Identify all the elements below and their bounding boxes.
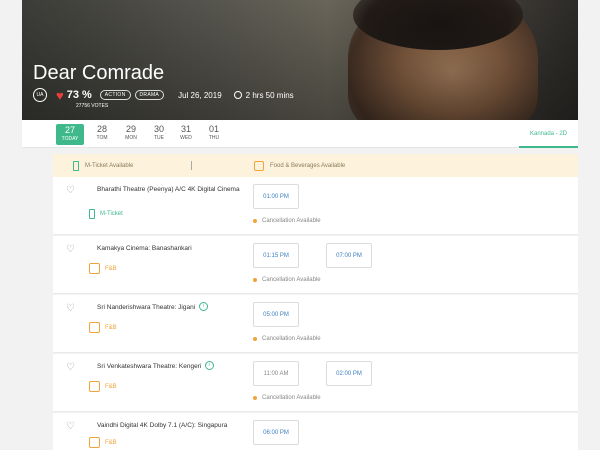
genre-tag: DRAMA — [134, 90, 165, 100]
showtime-button[interactable]: 07:00 PM — [326, 243, 372, 268]
info-icon[interactable]: i — [199, 302, 209, 311]
clock-icon — [233, 91, 242, 99]
food-legend: Food & Beverages Available — [270, 162, 346, 169]
duration: 2 hrs 50 mins — [245, 90, 294, 100]
theatre-name[interactable]: Sri Venkateshwara Theatre: Kengeri i — [97, 361, 247, 371]
date-tab[interactable]: 28 TOM — [88, 124, 116, 141]
showtime-button[interactable]: 11:00 AM — [253, 361, 299, 386]
mobile-ticket-icon — [89, 209, 95, 219]
votes-count: 27756 VOTES — [76, 103, 109, 109]
theatre-name[interactable]: Kamakya Cinema: Banashankari — [97, 244, 247, 253]
showtime-button[interactable]: 02:00 PM — [326, 361, 372, 386]
heart-icon: ♥ — [56, 87, 64, 103]
cancellation-note: Cancellation Available — [253, 336, 321, 342]
theatre-row: ♡ Vaindhi Digital 4K Dolby 7.1 (A/C): Si… — [53, 413, 578, 450]
food-icon — [89, 381, 100, 392]
theatre-name[interactable]: Sri Nanderishwara Theatre: Jigani i — [97, 302, 247, 312]
date-tab[interactable]: 29 MON — [117, 124, 145, 141]
favorite-heart-icon[interactable]: ♡ — [66, 303, 75, 314]
favorite-heart-icon[interactable]: ♡ — [66, 362, 75, 373]
theatre-row: ♡ Bharathi Theatre (Peenya) A/C 4K Digit… — [53, 177, 578, 235]
showtime-button[interactable]: 01:00 PM — [253, 184, 299, 209]
date-tab[interactable]: 30 TUE — [145, 124, 173, 141]
fb-badge: F&B — [89, 322, 117, 333]
fb-badge: F&B — [89, 381, 117, 392]
theatre-name[interactable]: Bharathi Theatre (Peenya) A/C 4K Digital… — [97, 185, 247, 194]
fb-badge: F&B — [89, 437, 117, 448]
language-filter[interactable]: Kannada - 2D — [519, 120, 578, 148]
theatre-row: ♡ Sri Venkateshwara Theatre: Kengeri i F&… — [53, 354, 578, 412]
showtime-button[interactable]: 06:00 PM — [253, 420, 299, 445]
mticket-badge: M-Ticket — [89, 209, 123, 219]
theatre-row: ♡ Sri Nanderishwara Theatre: Jigani i F&B… — [53, 295, 578, 353]
favorite-heart-icon[interactable]: ♡ — [66, 185, 75, 196]
date-selector: 27 TODAY 28 TOM 29 MON 30 TUE 31 WED 01 … — [22, 120, 578, 148]
mobile-ticket-icon — [73, 160, 79, 171]
fb-badge: F&B — [89, 263, 117, 274]
movie-title: Dear Comrade — [33, 62, 165, 84]
date-tab[interactable]: 31 WED — [172, 124, 200, 141]
certificate-badge: UA — [33, 88, 47, 102]
showtime-button[interactable]: 01:15 PM — [253, 243, 299, 268]
cancellation-note: Cancellation Available — [253, 277, 321, 283]
movie-banner — [22, 0, 578, 120]
divider — [191, 161, 192, 170]
cancellation-note: Cancellation Available — [253, 395, 321, 401]
food-icon — [89, 322, 100, 333]
amenities-legend: M-Ticket Available Food & Beverages Avai… — [53, 154, 578, 177]
theatre-row: ♡ Kamakya Cinema: Banashankari F&B 01:15… — [53, 236, 578, 294]
theatre-name[interactable]: Vaindhi Digital 4K Dolby 7.1 (A/C): Sing… — [97, 421, 247, 430]
info-icon[interactable]: i — [205, 361, 215, 370]
date-tab-today[interactable]: 27 TODAY — [56, 124, 84, 145]
favorite-heart-icon[interactable]: ♡ — [66, 244, 75, 255]
date-tab[interactable]: 01 THU — [200, 124, 228, 141]
food-icon — [89, 263, 100, 274]
food-icon — [254, 160, 264, 171]
genre-tag: ACTION — [99, 90, 131, 100]
movie-meta: UA ♥ 73 % ACTION DRAMA Jul 26, 2019 2 hr… — [33, 88, 294, 102]
showtime-button[interactable]: 05:00 PM — [253, 302, 299, 327]
mticket-legend: M-Ticket Available — [85, 162, 134, 169]
favorite-heart-icon[interactable]: ♡ — [66, 421, 75, 432]
food-icon — [89, 437, 100, 448]
release-date: Jul 26, 2019 — [178, 90, 222, 100]
rating: 73 % — [66, 89, 92, 101]
cancellation-note: Cancellation Available — [253, 218, 321, 224]
